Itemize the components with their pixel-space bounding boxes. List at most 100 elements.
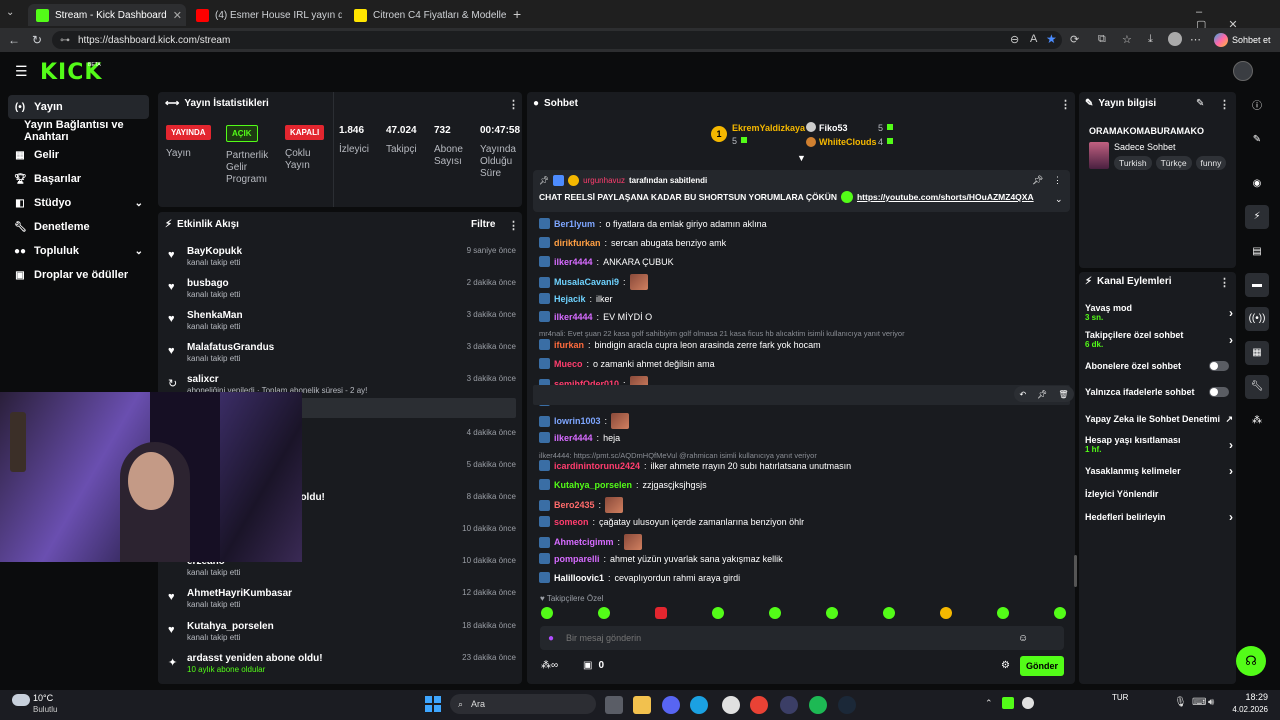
url-field[interactable]: ⊶ https://dashboard.kick.com/stream	[52, 31, 1062, 49]
spotify-icon[interactable]	[809, 696, 827, 714]
chat-input[interactable]: ● ☺	[540, 626, 1064, 650]
profile-avatar-icon[interactable]	[1168, 32, 1182, 46]
document-icon[interactable]: ▤	[1245, 240, 1269, 264]
leader-3-name[interactable]: WhiiteClouds	[819, 137, 877, 147]
chat-message[interactable]: ilker4444: ANKARA ÇUBUK	[539, 256, 1059, 267]
sidebar-item-achievements[interactable]: 🏆︎ Başarılar	[0, 167, 153, 191]
emote-icon[interactable]	[655, 607, 667, 619]
task-view-icon[interactable]	[605, 696, 623, 714]
tag[interactable]: Turkish	[1114, 156, 1152, 170]
category-name[interactable]: Sadece Sohbet	[1114, 142, 1176, 152]
tab-kick-dashboard[interactable]: Stream - Kick Dashboard ✕	[28, 4, 186, 26]
layout-icon[interactable]: ▦	[1245, 341, 1269, 365]
emote-icon[interactable]	[769, 607, 781, 619]
chat-message[interactable]: Kutahya_porselen: zzjgasçjksjhgsjs	[539, 479, 1059, 490]
action-followers-only[interactable]: Takipçilere özel sohbet 6 dk. ›	[1085, 330, 1233, 349]
sidebar-item-stream-key[interactable]: Yayın Bağlantısı ve Anahtarı	[0, 119, 153, 143]
sidebar-item-drops[interactable]: ▣ Droplar ve ödüller	[0, 263, 153, 287]
action-banned-words[interactable]: Yasaklanmış kelimeler ›	[1085, 464, 1233, 478]
action-slow-mode[interactable]: Yavaş mod 3 sn. ›	[1085, 303, 1233, 322]
chat-username[interactable]: ilker4444	[554, 433, 593, 443]
channel-actions-menu-icon[interactable]: ⋮	[1219, 276, 1230, 289]
back-icon[interactable]: ←	[7, 33, 21, 47]
leader-1-name[interactable]: EkremYaldizkaya	[732, 123, 805, 133]
chevron-down-icon[interactable]: ⌄	[1055, 194, 1063, 205]
expand-leaderboard-icon[interactable]: ▼	[797, 153, 806, 163]
language-indicator[interactable]: TUR	[1112, 693, 1128, 702]
stats-menu-icon[interactable]: ⋮	[508, 98, 519, 111]
sidebar-item-revenue[interactable]: ▦ Gelir	[0, 143, 153, 167]
extensions-icon[interactable]: ⟳	[1070, 33, 1079, 46]
chat-message[interactable]: Ber1lyum: o fiyatlara da emlak giriyo ada…	[539, 218, 1059, 229]
reply-context[interactable]: mr4nali: Evet şuan 22 kasa golf sahibiyi…	[539, 329, 905, 338]
action-raid[interactable]: İzleyici Yönlendir	[1085, 489, 1233, 499]
sidebar-item-moderation[interactable]: 🔧︎ Denetleme	[0, 215, 153, 239]
action-account-age[interactable]: Hesap yaşı kısıtlaması 1 hf. ›	[1085, 435, 1233, 454]
more-menu-icon[interactable]: ⋯	[1190, 33, 1201, 46]
emote-icon[interactable]	[883, 607, 895, 619]
chat-message[interactable]: Halilloovic1: cevaplıyordun rahmi araya g…	[539, 572, 1059, 583]
action-ai-moderation[interactable]: Yapay Zeka ile Sohbet Denetimi ↗	[1085, 414, 1233, 424]
reply-icon[interactable]: ↶	[1019, 390, 1026, 399]
tray-obs-icon[interactable]	[1022, 697, 1034, 709]
chat-message[interactable]: MusalaCavani9:	[539, 274, 1059, 290]
menu-hamburger-icon[interactable]: ☰	[15, 63, 28, 80]
camera-icon[interactable]: ◉	[1245, 172, 1269, 196]
new-tab-icon[interactable]: +	[513, 6, 521, 22]
taskbar-search[interactable]: ⌕ Ara	[450, 694, 596, 714]
activity-menu-icon[interactable]: ⋮	[508, 219, 519, 232]
chat-username[interactable]: Ahmetcigimm	[554, 537, 614, 547]
chat-message[interactable]: icardinintorunu2424: ilker ahmete rrayın …	[539, 460, 1059, 471]
chat-username[interactable]: lowrin1003	[554, 416, 601, 426]
read-aloud-icon[interactable]: A	[1030, 33, 1037, 45]
tab-youtube[interactable]: (4) Esmer House IRL yayın derleme ✕	[188, 4, 342, 26]
chat-icon[interactable]: ▬	[1245, 273, 1269, 297]
chat-username[interactable]: pomparelli	[554, 554, 600, 564]
chat-message[interactable]: Bero2435:	[539, 497, 1059, 513]
chrome-icon[interactable]	[750, 696, 768, 714]
chat-username[interactable]: Hejacik	[554, 294, 586, 304]
zoom-icon[interactable]: ⊖	[1010, 33, 1019, 46]
emote-icon[interactable]	[541, 607, 553, 619]
microphone-icon[interactable]: ●	[548, 633, 554, 644]
send-button[interactable]: Gönder	[1020, 656, 1064, 676]
chat-username[interactable]: ilker4444	[554, 312, 593, 322]
emote-icon[interactable]	[940, 607, 952, 619]
community-icon[interactable]: ⁂	[1245, 409, 1269, 433]
chat-message[interactable]: Mueco: o zamanki ahmet değilsin ama	[539, 358, 1059, 369]
emote-icon[interactable]	[997, 607, 1009, 619]
emote-icon[interactable]	[826, 607, 838, 619]
chat-username[interactable]: MusalaCavani9	[554, 277, 619, 287]
tag[interactable]: Türkçe	[1155, 156, 1192, 170]
favorites-icon[interactable]: ☆	[1122, 33, 1132, 46]
emote-icon[interactable]	[1054, 607, 1066, 619]
chat-username[interactable]: ifurkan	[554, 340, 584, 350]
chat-username[interactable]: dirikfurkan	[554, 238, 601, 248]
chat-settings-gear-icon[interactable]: ⚙	[1001, 660, 1010, 671]
clock-time[interactable]: 18:29	[1236, 692, 1268, 702]
emote-icon[interactable]	[598, 607, 610, 619]
weather-cloud-icon[interactable]	[12, 694, 30, 706]
obs-icon[interactable]	[722, 696, 740, 714]
broadcast-icon[interactable]: ((•))	[1245, 307, 1269, 331]
filter-button[interactable]: Filtre	[471, 219, 495, 230]
chat-username[interactable]: someon	[554, 517, 589, 527]
tray-expand-icon[interactable]: ⌃	[985, 698, 993, 709]
steam-icon[interactable]	[838, 696, 856, 714]
edit-icon[interactable]: ✎	[1196, 98, 1204, 109]
chat-message[interactable]: pomparelli: ahmet yüzün yuvarlak sana yak…	[539, 553, 1059, 564]
emote-icon[interactable]	[712, 607, 724, 619]
chat-message[interactable]: lowrin1003:	[539, 413, 1059, 429]
chat-message[interactable]: dirikfurkan: sercan abugata benziyo amk	[539, 237, 1059, 248]
help-chat-button[interactable]: ☊	[1236, 646, 1266, 676]
chat-message[interactable]: Ahmetcigimm:	[539, 534, 1059, 550]
chat-menu-icon[interactable]: ⋮	[1060, 98, 1071, 111]
lightning-icon[interactable]: ⚡︎	[1245, 205, 1269, 229]
tray-app-icon[interactable]	[1002, 697, 1014, 709]
copilot-button[interactable]: Sohbet et	[1214, 31, 1271, 49]
unpin-icon[interactable]: 📌︎	[1032, 175, 1043, 186]
volume-icon[interactable]: 🔊︎	[1208, 697, 1214, 708]
reload-icon[interactable]: ↻	[30, 33, 44, 47]
sidebar-item-studio[interactable]: ◧ Stüdyo ⌄	[0, 191, 153, 215]
chat-message[interactable]: Hejacik: ilker	[539, 293, 1059, 304]
